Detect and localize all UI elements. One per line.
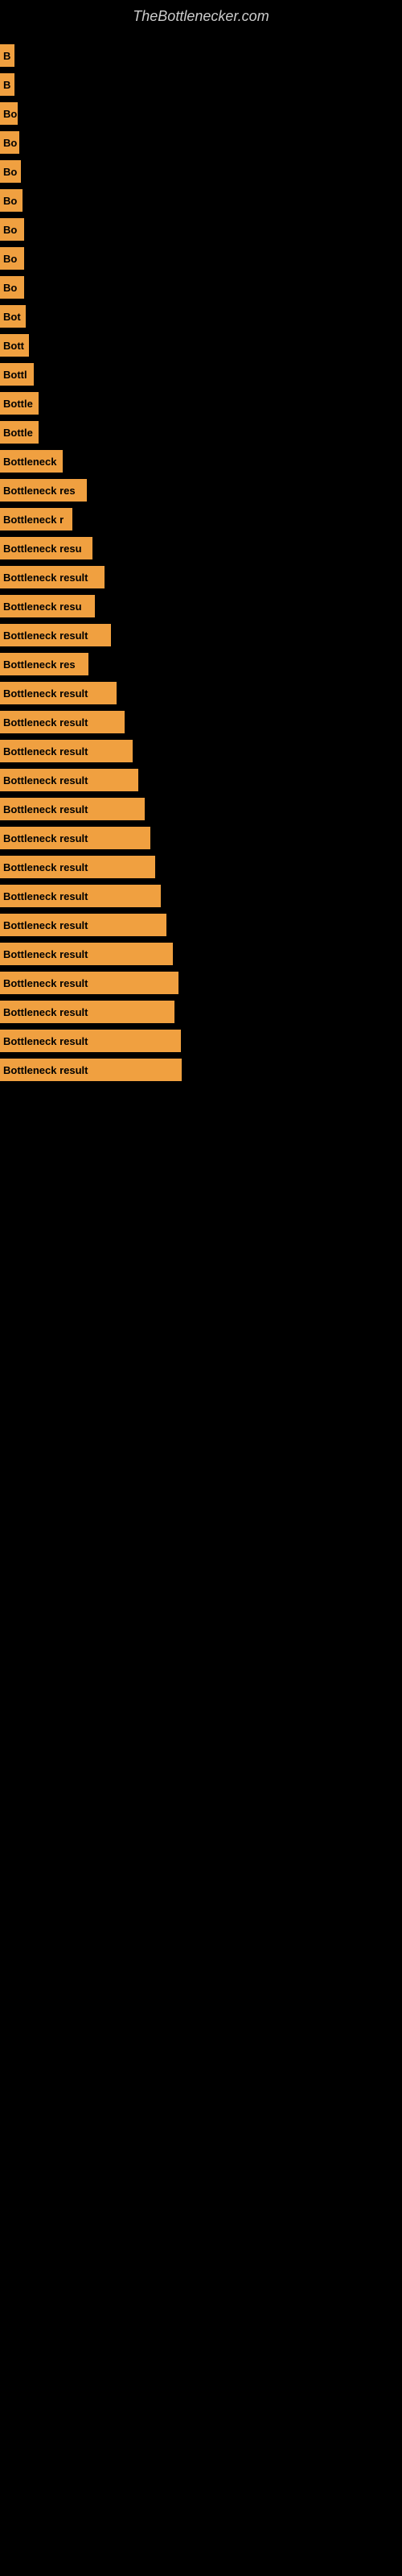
bar-item: Bo (0, 247, 24, 270)
bar-item: Bo (0, 160, 21, 183)
bar-row: Bottleneck result (0, 997, 402, 1026)
bar-row: Bottle (0, 389, 402, 418)
bar-item: Bottleneck result (0, 740, 133, 762)
bar-item: Bottleneck r (0, 508, 72, 530)
bar-row: Bottleneck result (0, 939, 402, 968)
bar-row: Bo (0, 99, 402, 128)
bar-item: Bo (0, 131, 19, 154)
bar-row: Bottleneck result (0, 679, 402, 708)
bar-item: Bot (0, 305, 26, 328)
bar-item: Bottleneck result (0, 827, 150, 849)
bar-row: B (0, 70, 402, 99)
bar-item: Bottleneck result (0, 972, 178, 994)
bar-row: Bottl (0, 360, 402, 389)
bar-item: Bottle (0, 392, 39, 415)
bar-row: Bottleneck result (0, 968, 402, 997)
bar-item: Bottleneck result (0, 885, 161, 907)
bar-row: Bo (0, 186, 402, 215)
bar-item: Bottleneck resu (0, 537, 92, 559)
bar-row: Bottleneck r (0, 505, 402, 534)
bar-row: Bo (0, 128, 402, 157)
bar-row: Bottleneck result (0, 1055, 402, 1084)
site-title: TheBottlenecker.com (0, 0, 402, 41)
bar-row: Bottleneck result (0, 1026, 402, 1055)
bar-item: Bott (0, 334, 29, 357)
bar-item: Bo (0, 218, 24, 241)
bar-row: Bottleneck res (0, 650, 402, 679)
bar-item: B (0, 44, 14, 67)
bar-row: Bottleneck res (0, 476, 402, 505)
bar-item: Bottleneck resu (0, 595, 95, 617)
bar-row: Bo (0, 215, 402, 244)
bar-row: Bottleneck result (0, 563, 402, 592)
bar-row: B (0, 41, 402, 70)
bar-row: Bottleneck resu (0, 534, 402, 563)
bar-item: Bottl (0, 363, 34, 386)
bar-item: Bottleneck result (0, 711, 125, 733)
bar-item: Bo (0, 276, 24, 299)
bar-row: Bot (0, 302, 402, 331)
bar-item: Bo (0, 102, 18, 125)
bar-item: Bottleneck result (0, 1030, 181, 1052)
bar-row: Bottleneck (0, 447, 402, 476)
bar-row: Bottleneck resu (0, 592, 402, 621)
bar-item: Bottleneck result (0, 1059, 182, 1081)
bar-row: Bottleneck result (0, 910, 402, 939)
bar-item: Bottleneck result (0, 566, 105, 588)
bar-item: Bottleneck result (0, 914, 166, 936)
bar-row: Bott (0, 331, 402, 360)
bar-item: Bottle (0, 421, 39, 444)
bar-row: Bottleneck result (0, 824, 402, 852)
bars-container: BB Bo Bo Bo Bo Bo Bo Bo Bot Bott Bottl Bottle Bottle… (0, 41, 402, 1100)
bar-item: Bottleneck res (0, 653, 88, 675)
bar-row: Bottleneck result (0, 621, 402, 650)
bar-item: Bottleneck result (0, 798, 145, 820)
bar-item: Bottleneck result (0, 856, 155, 878)
bar-item: Bo (0, 189, 23, 212)
bar-item: Bottleneck result (0, 769, 138, 791)
bar-row: Bo (0, 273, 402, 302)
bar-row: Bottle (0, 418, 402, 447)
bar-item: Bottleneck result (0, 1001, 174, 1023)
bar-row: Bottleneck result (0, 737, 402, 766)
bar-item: Bottleneck result (0, 682, 117, 704)
bar-row: Bottleneck result (0, 708, 402, 737)
bar-row: Bottleneck result (0, 881, 402, 910)
bar-row: Bottleneck result (0, 766, 402, 795)
bar-item: B (0, 73, 14, 96)
bar-row: Bottleneck result (0, 852, 402, 881)
bar-row: Bottleneck result (0, 795, 402, 824)
bar-row: Bo (0, 157, 402, 186)
bar-item: Bottleneck result (0, 624, 111, 646)
bar-item: Bottleneck (0, 450, 63, 473)
bar-row: Bo (0, 244, 402, 273)
bar-item: Bottleneck res (0, 479, 87, 502)
bar-item: Bottleneck result (0, 943, 173, 965)
